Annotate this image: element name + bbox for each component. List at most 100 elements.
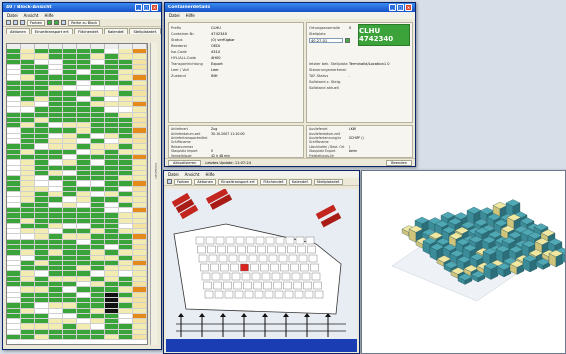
grid-cell[interactable] — [77, 160, 91, 165]
grid-cell[interactable] — [105, 165, 119, 170]
grid-cell[interactable] — [35, 271, 49, 276]
grid-cell[interactable] — [119, 117, 133, 123]
grid-cell[interactable] — [35, 207, 49, 213]
yard-block[interactable] — [213, 281, 222, 290]
grid-cell[interactable] — [7, 324, 21, 329]
grid-cell[interactable] — [63, 234, 77, 239]
grid-cell[interactable] — [49, 282, 63, 287]
grid-cell[interactable] — [119, 101, 133, 107]
grid-cell[interactable] — [49, 54, 63, 59]
grid-cell[interactable] — [105, 297, 119, 303]
grid-cell[interactable] — [91, 297, 105, 303]
yard-block[interactable] — [241, 272, 251, 281]
grid-cell[interactable] — [119, 107, 133, 112]
grid-cell[interactable] — [133, 239, 147, 244]
yard-block[interactable] — [257, 245, 266, 254]
grid-cell[interactable] — [119, 165, 133, 170]
grid-cell[interactable] — [133, 329, 147, 335]
grid-cell[interactable] — [77, 75, 91, 80]
grid-cell[interactable] — [21, 324, 35, 329]
grid-cell[interactable] — [7, 64, 21, 70]
grid-cell[interactable] — [49, 176, 63, 181]
close-icon[interactable]: × — [151, 4, 158, 11]
grid-cell[interactable] — [63, 292, 77, 297]
grid-cell[interactable] — [63, 123, 77, 128]
grid-cell[interactable] — [21, 202, 35, 207]
yard-block[interactable] — [248, 254, 258, 263]
grid-cell[interactable] — [21, 165, 35, 170]
grid-cell[interactable] — [63, 313, 77, 319]
grid-cell[interactable] — [49, 329, 63, 335]
grid-cell[interactable] — [119, 303, 133, 308]
grid-cell[interactable] — [35, 260, 49, 266]
yard-block[interactable] — [243, 281, 252, 290]
grid-cell[interactable] — [91, 170, 105, 176]
grid-cell[interactable] — [133, 96, 147, 101]
grid-cell[interactable] — [133, 101, 147, 107]
block-view-titlebar[interactable]: 40 / Block-Ansicht _ □ × — [3, 3, 161, 12]
grid-cell[interactable] — [77, 308, 91, 313]
grid-cell[interactable] — [7, 260, 21, 266]
grid-cell[interactable] — [119, 324, 133, 329]
grid-cell[interactable] — [63, 144, 77, 149]
grid-cell[interactable] — [35, 59, 49, 64]
grid-cell[interactable] — [119, 54, 133, 59]
grid-cell[interactable] — [133, 54, 147, 59]
grid-cell[interactable] — [105, 86, 119, 91]
grid-cell[interactable] — [77, 170, 91, 176]
grid-cell[interactable] — [91, 260, 105, 266]
grid-cell[interactable] — [133, 139, 147, 144]
grid-cell[interactable] — [63, 260, 77, 266]
grid-cell[interactable] — [35, 329, 49, 335]
grid-cell[interactable] — [133, 260, 147, 266]
grid-cell[interactable] — [7, 229, 21, 234]
grid-cell[interactable] — [119, 297, 133, 303]
grid-cell[interactable] — [105, 192, 119, 197]
grid-cell[interactable] — [119, 123, 133, 128]
grid-cell[interactable] — [35, 49, 49, 54]
grid-cell[interactable] — [35, 86, 49, 91]
grid-cell[interactable] — [119, 292, 133, 297]
grid-cell[interactable] — [91, 213, 105, 218]
grid-cell[interactable] — [77, 54, 91, 59]
grid-cell[interactable] — [119, 282, 133, 287]
grid-cell[interactable] — [21, 276, 35, 282]
yard-block[interactable] — [298, 254, 308, 263]
grid-cell[interactable] — [35, 297, 49, 303]
grid-cell[interactable] — [21, 319, 35, 324]
grid-cell[interactable] — [7, 101, 21, 107]
grid-cell[interactable] — [91, 324, 105, 329]
grid-cell[interactable] — [21, 234, 35, 239]
grid-cell[interactable] — [63, 255, 77, 260]
grid-cell[interactable] — [21, 266, 35, 271]
yard-block[interactable] — [284, 290, 294, 299]
grid-cell[interactable] — [49, 239, 63, 244]
grid-cell[interactable] — [21, 96, 35, 101]
grid-cell[interactable] — [77, 49, 91, 54]
refresh-icon[interactable] — [20, 20, 25, 25]
grid-cell[interactable] — [35, 239, 49, 244]
grid-cell[interactable] — [49, 308, 63, 313]
grid-cell[interactable] — [133, 192, 147, 197]
grid-cell[interactable] — [49, 223, 63, 229]
menu-hilfe[interactable]: Hilfe — [186, 13, 195, 18]
grid-cell[interactable] — [133, 319, 147, 324]
grid-cell[interactable] — [91, 91, 105, 96]
yard-block[interactable] — [220, 263, 229, 272]
grid-cell[interactable] — [77, 218, 91, 223]
grid-cell[interactable] — [35, 192, 49, 197]
grid-cell[interactable] — [63, 308, 77, 313]
grid-cell[interactable] — [105, 229, 119, 234]
yard-block[interactable] — [305, 236, 315, 245]
grid-cell[interactable] — [49, 101, 63, 107]
tab-einzeltransport[interactable]: Einzeltransport erf. — [30, 28, 74, 34]
grid-cell[interactable] — [77, 91, 91, 96]
grid-cell[interactable] — [49, 70, 63, 75]
grid-cell[interactable] — [133, 123, 147, 128]
grid-cell[interactable] — [133, 213, 147, 218]
grid-cell[interactable] — [49, 112, 63, 117]
grid-cell[interactable] — [133, 112, 147, 117]
grid-cell[interactable] — [35, 202, 49, 207]
grid-cell[interactable] — [105, 170, 119, 176]
grid-cell[interactable] — [35, 324, 49, 329]
